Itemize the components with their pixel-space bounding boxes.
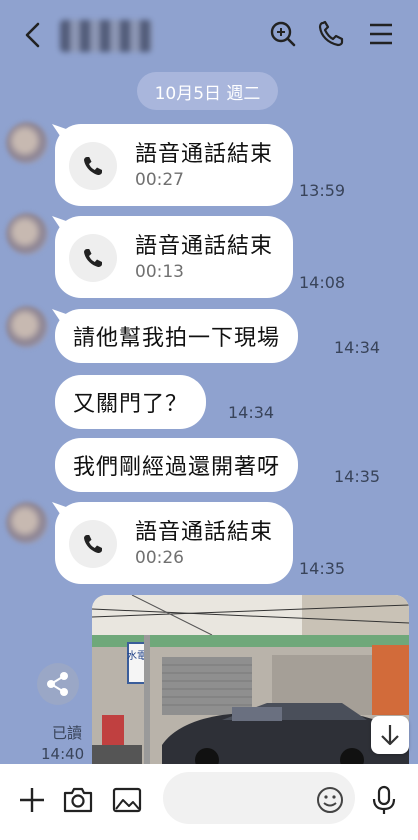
message-time: 14:40 [41, 745, 85, 763]
avatar[interactable] [6, 502, 48, 544]
avatar[interactable] [6, 213, 48, 255]
call-duration: 00:27 [135, 170, 184, 190]
phone-icon [84, 249, 102, 267]
message-time: 14:35 [334, 467, 381, 486]
call-duration: 00:13 [135, 262, 184, 282]
call-icon-circle [69, 234, 117, 282]
emoji-icon[interactable] [314, 784, 346, 816]
image-icon[interactable] [111, 784, 143, 816]
text-message[interactable]: 我們剛經過還開著呀 [55, 438, 299, 492]
call-title: 語音通話結束 [135, 234, 274, 259]
share-button[interactable] [37, 663, 79, 705]
message-time: 13:59 [299, 181, 346, 200]
back-icon[interactable] [18, 18, 48, 52]
contact-name-blurred [60, 20, 152, 52]
call-message[interactable]: 語音通話結束 00:13 [55, 216, 293, 298]
call-message[interactable]: 語音通話結束 00:26 [55, 502, 293, 584]
photo-message[interactable]: 水電 [92, 595, 409, 765]
phone-icon [84, 535, 102, 553]
storefront-photo: 水電 [92, 595, 409, 765]
plus-icon[interactable] [16, 784, 48, 816]
phone-icon [84, 157, 102, 175]
menu-icon[interactable] [366, 18, 396, 50]
microphone-icon[interactable] [368, 784, 400, 816]
scroll-down-button[interactable] [371, 716, 409, 754]
date-separator: 10月5日 週二 [137, 72, 278, 110]
avatar[interactable] [6, 306, 48, 348]
text-message[interactable]: 請他幫我拍一下現場 [55, 309, 299, 363]
camera-icon[interactable] [62, 784, 94, 816]
phone-icon[interactable] [316, 18, 346, 50]
message-time: 14:34 [228, 403, 275, 422]
arrow-down-icon [381, 725, 399, 746]
share-icon [47, 672, 68, 696]
call-message[interactable]: 語音通話結束 00:27 [55, 124, 293, 206]
message-time: 14:35 [299, 559, 346, 578]
text-message[interactable]: 又關門了？ [55, 375, 207, 429]
read-status: 已讀 [52, 724, 83, 742]
call-icon-circle [69, 520, 117, 568]
search-icon[interactable] [268, 18, 298, 50]
avatar[interactable] [6, 122, 48, 164]
message-time: 14:34 [334, 338, 381, 357]
message-time: 14:08 [299, 273, 346, 292]
call-title: 語音通話結束 [135, 142, 274, 167]
call-title: 語音通話結束 [135, 520, 274, 545]
call-icon-circle [69, 142, 117, 190]
call-duration: 00:26 [135, 548, 184, 568]
chat-header [0, 0, 418, 70]
message-input-bar [0, 764, 418, 840]
